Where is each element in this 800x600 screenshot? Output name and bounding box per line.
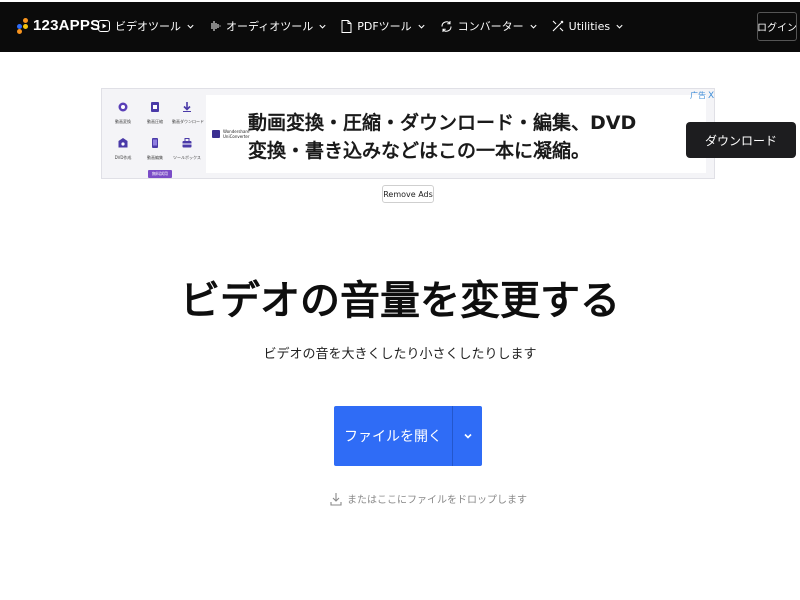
audio-wave-icon — [211, 21, 221, 31]
nav-video-tools-label: ビデオツール — [115, 20, 181, 33]
tools-icon — [552, 20, 564, 32]
ad-banner[interactable]: 動画変換 動画圧縮 動画ダウンロード DVD作成 動画編集 ツールボックス 無料… — [101, 88, 796, 179]
ad-tool-item: 動画変換 — [108, 97, 138, 125]
video-convert-icon — [118, 102, 128, 112]
play-square-icon — [98, 20, 110, 32]
compress-icon — [151, 102, 159, 112]
chevron-down-icon — [463, 433, 472, 439]
ad-brand-line2: UniConverter — [223, 134, 250, 139]
nav-video-tools[interactable]: ビデオツール — [98, 18, 195, 34]
chevron-down-icon — [418, 24, 425, 29]
ad-content-panel[interactable]: Wondershare UniConverter 動画変換・圧縮・ダウンロード・… — [206, 95, 796, 173]
dvd-icon — [118, 138, 128, 148]
logo[interactable]: 123APPS — [17, 17, 100, 34]
ad-tool-item: 動画圧縮 — [140, 97, 170, 125]
logo-text: 123APPS — [33, 17, 101, 34]
ad-tool-item: 動画編集 — [140, 133, 170, 161]
nav-utilities[interactable]: Utilities — [552, 20, 624, 33]
nav-utilities-label: Utilities — [568, 19, 611, 33]
drop-hint-text: またはここにファイルをドロップします — [347, 495, 527, 506]
ad-headline-line2: 変換・書き込みなどはこの一本に凝縮。 — [248, 140, 591, 162]
nav-pdf-tools[interactable]: PDFツール — [341, 18, 425, 34]
ad-tool-item: DVD作成 — [108, 133, 138, 161]
ad-brand: Wondershare UniConverter — [212, 129, 250, 139]
top-nav-bar: 123APPS ビデオツール オーディオツール PDFツール コンバーター Ut… — [0, 0, 800, 52]
ad-brand-text: Wondershare UniConverter — [223, 129, 250, 139]
nav-audio-tools[interactable]: オーディオツール — [209, 18, 327, 34]
convert-icon — [441, 20, 452, 32]
login-button[interactable]: ログイン — [757, 12, 797, 41]
page-subtitle: ビデオの音を大きくしたり小さくしたりします — [263, 347, 537, 362]
page-title: ビデオの音量を変更する — [180, 278, 620, 324]
ad-tool-item: ツールボックス — [172, 133, 202, 161]
chevron-down-icon — [319, 24, 326, 29]
open-file-dropdown-button[interactable] — [453, 406, 482, 466]
uniconverter-logo-icon — [212, 130, 220, 138]
top-border-strip — [0, 0, 800, 2]
adchoices-label: 广告 — [690, 91, 706, 100]
download-icon — [183, 102, 191, 112]
ad-tool-label: ツールボックス — [173, 155, 201, 160]
chevron-down-icon — [530, 24, 537, 29]
ad-tool-label: 動画編集 — [147, 155, 163, 160]
chevron-down-icon — [187, 24, 194, 29]
ad-tools-grid: 動画変換 動画圧縮 動画ダウンロード DVD作成 動画編集 ツールボックス 無料… — [108, 95, 204, 178]
chevron-down-icon — [616, 24, 623, 29]
adchoices-badge[interactable]: 广告 X — [690, 90, 714, 101]
remove-ads-button[interactable]: Remove Ads — [382, 185, 434, 203]
open-file-button[interactable]: ファイルを開く — [334, 406, 452, 466]
ad-headline-line1: 動画変換・圧縮・ダウンロード・編集、DVD — [248, 112, 637, 134]
ad-tool-label: 動画圧縮 — [147, 119, 163, 124]
document-icon — [341, 19, 352, 33]
ad-tool-label: 動画ダウンロード — [172, 119, 204, 124]
drop-hint: またはここにファイルをドロップします — [330, 491, 527, 506]
phone-icon — [152, 138, 158, 148]
main-nav: ビデオツール オーディオツール PDFツール コンバーター Utilities — [98, 18, 624, 34]
ad-tool-item: 動画ダウンロード — [172, 97, 204, 125]
ad-download-button[interactable]: ダウンロード — [686, 122, 796, 158]
ad-headline: 動画変換・圧縮・ダウンロード・編集、DVD 変換・書き込みなどはこの一本に凝縮。 — [248, 109, 636, 165]
download-tray-icon — [330, 492, 342, 506]
nav-converters-label: コンバーター — [457, 20, 524, 33]
logo-dots-icon — [17, 17, 29, 34]
ad-tool-label: DVD作成 — [114, 155, 132, 160]
nav-converters[interactable]: コンバーター — [440, 18, 538, 34]
nav-audio-tools-label: オーディオツール — [226, 20, 314, 33]
nav-pdf-tools-label: PDFツール — [357, 20, 412, 33]
ad-trial-button[interactable]: 無料試用 — [148, 170, 172, 178]
open-file-button-group: ファイルを開く — [334, 406, 482, 466]
ad-tool-label: 動画変換 — [115, 119, 131, 124]
ad-close-icon[interactable]: X — [708, 91, 714, 101]
toolbox-icon — [182, 138, 192, 148]
